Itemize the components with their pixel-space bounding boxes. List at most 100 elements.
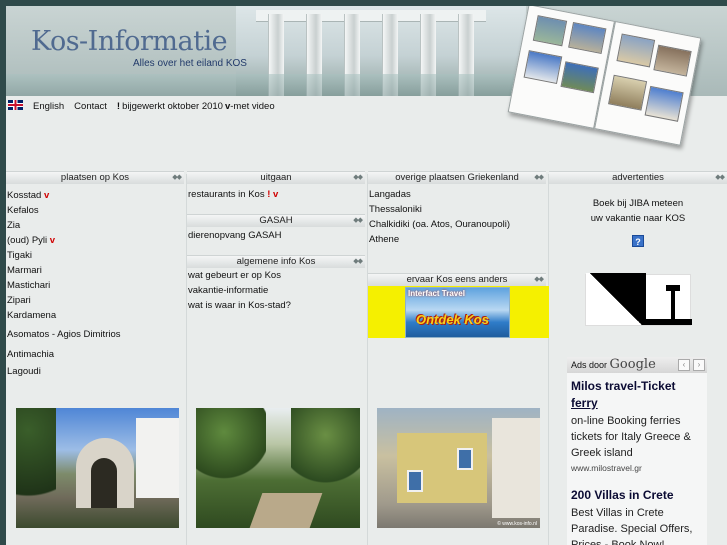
photo-street[interactable]: © www.kos-info.nl xyxy=(377,408,540,528)
uk-flag-icon xyxy=(8,100,23,110)
video-marker: v xyxy=(49,235,56,246)
ad-url[interactable]: www.milostravel.gr xyxy=(571,463,703,473)
list-item-zia[interactable]: Zia xyxy=(7,218,184,233)
building xyxy=(136,418,179,498)
ads-column: advertenties ◆◆ Boek bij JIBA meteen uw v… xyxy=(549,171,727,326)
album-photo xyxy=(560,61,599,94)
yellow-house xyxy=(397,433,487,503)
double-arrow-icon: ◆◆ xyxy=(534,174,544,181)
double-arrow-icon: ◆◆ xyxy=(534,276,544,283)
ad-line: Boek bij JIBA meteen xyxy=(592,198,684,209)
page-frame: Kos-Informatie Alles over het eiland KOS… xyxy=(6,6,727,545)
list-item-langadas[interactable]: Langadas xyxy=(369,187,546,202)
garden-path xyxy=(249,493,323,528)
white-house xyxy=(492,418,540,518)
list-item-mastichari[interactable]: Mastichari xyxy=(7,278,184,293)
list-item-tigaki[interactable]: Tigaki xyxy=(7,248,184,263)
prev-arrow-icon[interactable]: ‹ xyxy=(678,359,690,371)
list-item-events[interactable]: wat gebeurt er op Kos xyxy=(188,268,365,283)
logo-shape xyxy=(586,273,646,325)
banner-stripe xyxy=(6,74,516,96)
banner-caption: Interfact Travel xyxy=(408,289,465,298)
double-arrow-icon: ◆◆ xyxy=(353,217,363,224)
list-item-thessaloniki[interactable]: Thessaloniki xyxy=(369,202,546,217)
google-ads-header: Ads door Google ‹ › xyxy=(567,357,707,373)
ontdek-kos-banner[interactable]: Interfact Travel Ontdek Kos xyxy=(368,286,549,338)
ad-title-link[interactable]: 200 Villas in Crete xyxy=(571,487,703,504)
section-header: advertenties ◆◆ xyxy=(549,171,727,184)
nav-english-label: English xyxy=(33,101,65,112)
list-item-chalkidiki[interactable]: Chalkidiki (oa. Atos, Ouranoupoli) xyxy=(369,217,546,232)
section-header: GASAH ◆◆ xyxy=(187,214,365,227)
photo-ruins[interactable] xyxy=(16,408,179,528)
ads-nav: ‹ › xyxy=(678,359,705,371)
list-item-kosstad[interactable]: Kosstad v xyxy=(7,188,184,203)
update-text: bijgewerkt oktober 2010 xyxy=(122,100,223,112)
palm-tree xyxy=(196,408,266,488)
places-column: plaatsen op Kos ◆◆ Kosstad v Kefalos Zia … xyxy=(6,171,184,379)
list-item-marmari[interactable]: Marmari xyxy=(7,263,184,278)
list-item-pyli[interactable]: (oud) Pyli v xyxy=(7,233,184,248)
ad-line: uw vakantie naar KOS xyxy=(590,213,686,224)
ads-by-label: Ads door xyxy=(571,360,608,370)
list-item-zipari[interactable]: Zipari xyxy=(7,293,184,308)
ad-text: Best Villas in Crete Paradise. Special O… xyxy=(571,507,693,545)
logo-base xyxy=(646,319,692,325)
nav-contact-link[interactable]: Contact xyxy=(74,101,107,112)
list-item-holiday-info[interactable]: vakantie-informatie xyxy=(188,283,365,298)
banner-photo: Interfact Travel Ontdek Kos xyxy=(405,287,510,338)
double-arrow-icon: ◆◆ xyxy=(353,258,363,265)
list-item-kardamena[interactable]: Kardamena xyxy=(7,308,184,323)
house-window xyxy=(457,448,473,470)
album-photo xyxy=(644,85,684,122)
video-marker: v xyxy=(273,189,279,200)
ad-title-link[interactable]: Milos travel-Ticket ferry xyxy=(571,378,703,412)
photo-garden[interactable] xyxy=(196,408,360,528)
google-ads-box: Ads door Google ‹ › Milos travel-Ticket f… xyxy=(567,357,707,545)
section-header: overige plaatsen Griekenland ◆◆ xyxy=(368,171,546,184)
album-photo xyxy=(532,15,568,47)
section-header: plaatsen op Kos ◆◆ xyxy=(6,171,184,184)
list-item-restaurants[interactable]: restaurants in Kos ! v xyxy=(187,187,365,202)
album-photo xyxy=(616,33,656,68)
photo-caption: © www.kos-info.nl xyxy=(497,521,537,527)
google-logo: Google xyxy=(609,357,656,372)
video-text: -met video xyxy=(230,100,275,112)
section-title: uitgaan xyxy=(260,172,292,183)
section-title: plaatsen op Kos xyxy=(60,172,130,183)
update-marker: ! xyxy=(116,100,121,112)
section-header: uitgaan ◆◆ xyxy=(187,171,365,184)
logo-tower-stem xyxy=(671,291,675,321)
section-title: GASAH xyxy=(259,215,293,226)
list-item-where-in-kos[interactable]: wat is waar in Kos-stad? xyxy=(188,298,365,313)
next-arrow-icon[interactable]: › xyxy=(693,359,705,371)
house-window xyxy=(407,470,423,492)
jiba-ad[interactable]: Boek bij JIBA meteen uw vakantie naar KO… xyxy=(549,196,727,226)
list-item-kefalos[interactable]: Kefalos xyxy=(7,203,184,218)
section-title: ervaar Kos eens anders xyxy=(406,274,508,285)
site-title: Kos-Informatie xyxy=(31,26,228,57)
palm-tree xyxy=(291,408,360,498)
double-arrow-icon: ◆◆ xyxy=(353,174,363,181)
list-item-athene[interactable]: Athene xyxy=(369,232,546,247)
nav-update: ! bijgewerkt oktober 2010 v-met video xyxy=(117,101,275,112)
airport-logo[interactable] xyxy=(585,273,692,326)
temple-lintel xyxy=(256,10,486,22)
help-icon[interactable]: ? xyxy=(632,235,644,247)
section-header: algemene info Kos ◆◆ xyxy=(187,255,365,268)
ruin-opening xyxy=(91,458,117,508)
list-item-gasah[interactable]: dierenopvang GASAH xyxy=(187,228,365,243)
new-marker: ! xyxy=(267,189,271,200)
list-item-antimachia[interactable]: Antimachia xyxy=(7,347,184,362)
album-photo xyxy=(608,74,648,111)
list-item-asomatos[interactable]: Asomatos - Agios Dimitrios xyxy=(7,327,184,342)
nav-english-link[interactable]: English xyxy=(8,100,64,112)
list-item-lagoudi[interactable]: Lagoudi xyxy=(7,364,184,379)
section-title: algemene info Kos xyxy=(236,256,316,267)
nightlife-column: uitgaan ◆◆ restaurants in Kos ! v GASAH ◆◆… xyxy=(187,171,365,313)
banner-title: Ontdek Kos xyxy=(416,312,489,327)
section-header: ervaar Kos eens anders ◆◆ xyxy=(368,273,546,286)
section-title: advertenties xyxy=(612,172,664,183)
double-arrow-icon: ◆◆ xyxy=(715,174,725,181)
album-photo xyxy=(653,44,692,77)
